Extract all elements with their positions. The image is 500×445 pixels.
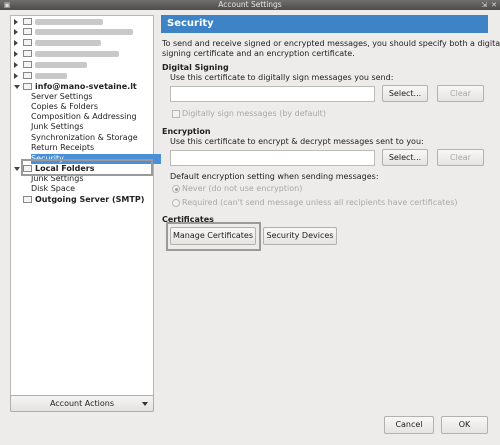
restore-icon[interactable]: ⇲ — [481, 0, 487, 10]
redacted-account-name — [35, 19, 103, 25]
mail-account-icon — [23, 50, 32, 57]
manage-certificates-highlight-frame — [166, 222, 261, 251]
mail-account-icon — [23, 61, 32, 68]
tree-item-junk-settings[interactable]: Junk Settings — [31, 122, 153, 132]
tree-item-copies-folders[interactable]: Copies & Folders — [31, 102, 153, 112]
tree-item-server-settings[interactable]: Server Settings — [31, 92, 153, 102]
page-title: Security — [161, 15, 488, 33]
tree-item-composition[interactable]: Composition & Addressing — [31, 112, 153, 122]
tree-account-row[interactable] — [11, 60, 153, 70]
account-actions-button[interactable]: Account Actions — [10, 395, 154, 412]
required-encrypt-label: Required (can't send message unless all … — [182, 198, 458, 207]
mail-account-icon — [23, 28, 32, 35]
tree-account-row[interactable] — [11, 17, 153, 27]
mail-account-icon — [23, 72, 32, 79]
never-encrypt-label: Never (do not use encryption) — [182, 184, 303, 193]
tree-item-label: Server Settings — [31, 92, 93, 101]
encryption-select-button[interactable]: Select... — [382, 149, 428, 166]
tree-account-row[interactable] — [11, 27, 153, 37]
close-icon[interactable]: ✕ — [491, 0, 497, 10]
app-icon: ▣ — [3, 1, 11, 9]
signing-select-button[interactable]: Select... — [382, 85, 428, 102]
digital-signing-heading: Digital Signing — [162, 63, 229, 72]
never-encrypt-radio[interactable] — [172, 185, 180, 193]
window-controls: ⇲ ✕ — [481, 0, 497, 10]
digitally-sign-checkbox[interactable] — [172, 110, 180, 118]
expand-arrow-icon[interactable] — [14, 40, 18, 46]
encryption-prompt: Use this certificate to encrypt & decryp… — [170, 137, 424, 146]
outgoing-server-label: Outgoing Server (SMTP) — [35, 195, 145, 204]
signing-prompt: Use this certificate to digitally sign m… — [170, 73, 394, 82]
security-highlight-frame — [21, 159, 153, 176]
title-bar: ▣ Account Settings ⇲ ✕ — [0, 0, 500, 10]
collapse-arrow-icon[interactable] — [14, 85, 20, 89]
tree-account-row[interactable] — [11, 49, 153, 59]
mail-account-icon — [23, 39, 32, 46]
required-encrypt-radio[interactable] — [172, 199, 180, 207]
expand-arrow-icon[interactable] — [14, 29, 18, 35]
tree-item-label: Disk Space — [31, 184, 76, 193]
tree-outgoing-server[interactable]: Outgoing Server (SMTP) — [11, 195, 153, 205]
encryption-clear-button[interactable]: Clear — [437, 149, 484, 166]
signing-certificate-field[interactable] — [170, 86, 375, 102]
expand-arrow-icon[interactable] — [14, 62, 18, 68]
mail-account-icon — [23, 83, 32, 90]
redacted-account-name — [35, 40, 101, 46]
intro-text-line1: To send and receive signed or encrypted … — [162, 39, 500, 48]
account-actions-label: Account Actions — [49, 399, 115, 408]
tree-account-info[interactable]: info@mano-svetaine.lt — [11, 82, 153, 92]
account-tree[interactable]: info@mano-svetaine.lt Server Settings Co… — [10, 15, 161, 398]
server-icon — [23, 196, 32, 203]
tree-account-row[interactable] — [11, 71, 153, 81]
expand-arrow-icon[interactable] — [14, 73, 18, 79]
digitally-sign-label: Digitally sign messages (by default) — [182, 109, 326, 118]
ok-button[interactable]: OK — [441, 416, 488, 434]
redacted-account-name — [35, 51, 119, 57]
security-devices-button[interactable]: Security Devices — [263, 227, 337, 245]
tree-item-disk-space[interactable]: Disk Space — [31, 184, 153, 194]
account-settings-window: info@mano-svetaine.lt Server Settings Co… — [0, 10, 500, 445]
tree-item-return-receipts[interactable]: Return Receipts — [31, 143, 153, 153]
mail-account-icon — [23, 18, 32, 25]
expand-arrow-icon[interactable] — [14, 19, 18, 25]
signing-clear-button[interactable]: Clear — [437, 85, 484, 102]
encryption-certificate-field[interactable] — [170, 150, 375, 166]
redacted-account-name — [35, 62, 87, 68]
account-name: info@mano-svetaine.lt — [35, 82, 137, 91]
tree-item-sync-storage[interactable]: Synchronization & Storage — [31, 133, 153, 143]
default-encryption-label: Default encryption setting when sending … — [170, 172, 379, 181]
chevron-down-icon — [142, 402, 148, 406]
redacted-account-name — [35, 29, 133, 35]
tree-account-row[interactable] — [11, 38, 153, 48]
intro-text-line2: signing certificate and an encryption ce… — [162, 49, 355, 58]
tree-item-label: Junk Settings — [31, 122, 84, 131]
redacted-account-name — [35, 73, 67, 79]
encryption-heading: Encryption — [162, 127, 211, 136]
cancel-button[interactable]: Cancel — [384, 416, 434, 434]
window-title: Account Settings — [218, 0, 282, 9]
tree-item-label: Copies & Folders — [31, 102, 99, 111]
tree-item-label: Synchronization & Storage — [31, 133, 138, 142]
collapse-arrow-icon[interactable] — [14, 167, 20, 171]
expand-arrow-icon[interactable] — [14, 51, 18, 57]
tree-item-label: Return Receipts — [31, 143, 95, 152]
tree-item-label: Composition & Addressing — [31, 112, 137, 121]
